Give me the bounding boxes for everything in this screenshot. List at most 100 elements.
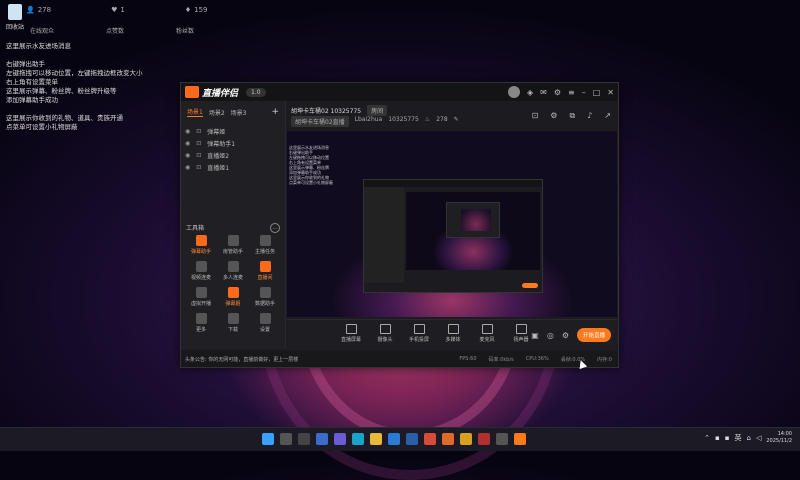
tray-app-icon[interactable]: ▪ <box>715 434 720 442</box>
room-header: 胡坤卡车桶02 10325775 房间 胡坤卡车桶02直播 Lbai2hua 1… <box>287 103 617 129</box>
lock-icon[interactable]: ⊡ <box>196 164 201 171</box>
edit-icon[interactable]: ✎ <box>454 116 459 127</box>
tool-danmaku-ji[interactable]: 弹幕姬 <box>217 287 249 307</box>
tool-more[interactable]: 更多 <box>185 313 217 333</box>
app-logo-icon <box>185 86 199 98</box>
app-icon[interactable] <box>478 433 490 445</box>
edge-icon[interactable] <box>352 433 364 445</box>
tool-data-assistant[interactable]: 数据助手 <box>249 287 281 307</box>
status-bar: 头条公告: 你的无网可能，直播前做好，更上一层楼 FPS:60 码率:0kb/s… <box>181 351 618 367</box>
more-icon <box>195 313 207 324</box>
source-item[interactable]: ◉ ⊡ 弹幕助手1 <box>185 137 281 149</box>
camera-button[interactable]: 摄像头 <box>373 324 397 343</box>
flame-icon: ♨ <box>424 116 431 123</box>
status-notice[interactable]: 头条公告: 你的无网可能，直播前做好，更上一层楼 <box>185 356 298 363</box>
avatar[interactable] <box>508 86 520 98</box>
volume-icon[interactable]: ◁ <box>756 434 761 442</box>
live-companion-taskbar-icon[interactable] <box>514 433 526 445</box>
start-live-button[interactable]: 开始直播 <box>576 328 611 342</box>
tab-scene-1[interactable]: 场景1 <box>187 107 203 117</box>
memory-readout: 内存:0 <box>597 356 612 363</box>
room-tag[interactable]: 房间 <box>367 105 388 116</box>
person-icon: 👤 <box>26 6 35 14</box>
search-icon[interactable] <box>280 433 292 445</box>
tool-danmaku-assistant[interactable]: 弹幕助手 <box>185 235 217 255</box>
preview-recursive-window <box>363 179 543 293</box>
network-icon[interactable]: ⌂ <box>747 434 751 442</box>
tool-streamer-task[interactable]: 主播任务 <box>249 235 281 255</box>
source-item[interactable]: ◉ ⊡ 直播姬1 <box>185 161 281 173</box>
task-view-icon[interactable] <box>298 433 310 445</box>
settings-icon[interactable]: ⚙ <box>554 88 561 97</box>
tool-download[interactable]: 下载 <box>217 313 249 333</box>
minimize-icon[interactable]: – <box>582 88 586 97</box>
record-icon[interactable]: ▣ <box>531 331 539 340</box>
folder-icon[interactable] <box>370 433 382 445</box>
lock-icon[interactable]: ⊡ <box>196 152 201 159</box>
chat-icon[interactable] <box>334 433 346 445</box>
tool-multi-link[interactable]: 多人连麦 <box>217 261 249 281</box>
tool-settings[interactable]: 设置 <box>249 313 281 333</box>
add-scene-button[interactable]: + <box>271 107 279 117</box>
microphone-button[interactable]: 麦克风 <box>475 324 499 343</box>
room-heat: 278 <box>436 116 448 123</box>
title-bar[interactable]: 直播伴侣 1.0 ◈ ✉ ⚙ ≡ – □ ✕ <box>181 83 618 101</box>
gift-icon: ♦ <box>184 6 192 14</box>
store-icon[interactable] <box>388 433 400 445</box>
source-item[interactable]: ◉ ⊡ 弹幕姬 <box>185 125 281 137</box>
tray-app-icon[interactable]: ▪ <box>725 434 730 442</box>
speaker-button[interactable]: 扬声器 <box>509 324 533 343</box>
copy-icon[interactable]: ⧉ <box>569 111 575 121</box>
play-icon <box>447 324 459 334</box>
lock-icon[interactable]: ⊡ <box>196 128 201 135</box>
media-button[interactable]: 多媒体 <box>441 324 465 343</box>
maximize-icon[interactable]: □ <box>593 88 601 97</box>
stats-bar: 👤 278 ♥ 1 ♦ 159 <box>26 6 208 14</box>
chevron-up-icon[interactable]: ⌃ <box>704 434 710 442</box>
settings-icon[interactable]: ⚙ <box>562 331 569 340</box>
message-icon[interactable]: ✉ <box>540 88 547 97</box>
fps-readout: FPS:60 <box>459 355 477 362</box>
check-icon[interactable] <box>406 433 418 445</box>
lock-icon[interactable]: ⊡ <box>196 140 201 147</box>
eye-icon[interactable]: ◉ <box>185 152 190 159</box>
tab-scene-3[interactable]: 场景3 <box>231 108 247 117</box>
taskbar: ⌃ ▪ ▪ 英 ⌂ ◁ 14:00 2025/11/2 <box>0 427 800 451</box>
screen-capture-button[interactable]: 直播屏幕 <box>339 324 363 343</box>
recycle-bin-icon[interactable] <box>8 4 22 20</box>
app-icon[interactable] <box>442 433 454 445</box>
user-icon <box>227 235 239 246</box>
tool-virtual-live[interactable]: 虚拟开播 <box>185 287 217 307</box>
start-icon[interactable] <box>262 433 274 445</box>
eye-icon[interactable]: ◉ <box>185 164 190 171</box>
skin-icon[interactable]: ◈ <box>527 88 533 97</box>
app-icon[interactable] <box>460 433 472 445</box>
effects-icon[interactable]: ◎ <box>547 331 554 340</box>
tool-live-room[interactable]: 直播间 <box>249 261 281 281</box>
menu-icon[interactable]: ≡ <box>568 88 575 97</box>
app-icon[interactable] <box>424 433 436 445</box>
taskbar-apps <box>262 433 526 445</box>
clock[interactable]: 14:00 2025/11/2 <box>766 431 792 445</box>
tool-video-link[interactable]: 视频连麦 <box>185 261 217 281</box>
phone-cast-button[interactable]: 手机投屏 <box>407 324 431 343</box>
eye-icon[interactable]: ◉ <box>185 140 190 147</box>
tab-scene-2[interactable]: 场景2 <box>209 108 225 117</box>
source-item[interactable]: ◉ ⊡ 直播姬2 <box>185 149 281 161</box>
toolbox-more-button[interactable]: … <box>270 223 280 233</box>
lock-icon[interactable]: ⊡ <box>532 111 539 121</box>
widgets-icon[interactable] <box>316 433 328 445</box>
gift-count: ♦ 159 <box>184 6 208 14</box>
eye-icon[interactable]: ◉ <box>185 128 190 135</box>
room-icon <box>259 261 271 272</box>
share-icon[interactable]: ↗ <box>604 111 611 121</box>
settings-icon[interactable]: ⚙ <box>550 111 557 121</box>
close-icon[interactable]: ✕ <box>607 88 614 97</box>
bell-icon[interactable]: ♪ <box>587 111 592 121</box>
virtual-icon <box>195 287 207 298</box>
room-category[interactable]: 胡坤卡车桶02直播 <box>291 116 349 127</box>
tool-room-manager[interactable]: 房管助手 <box>217 235 249 255</box>
app-icon[interactable] <box>496 433 508 445</box>
stream-preview[interactable]: 这里展示水友进场消息 右键弹出助手 左键拖拽可以移动位置 右上角有设置菜单 这里… <box>287 131 617 317</box>
input-language[interactable]: 英 <box>735 433 742 443</box>
